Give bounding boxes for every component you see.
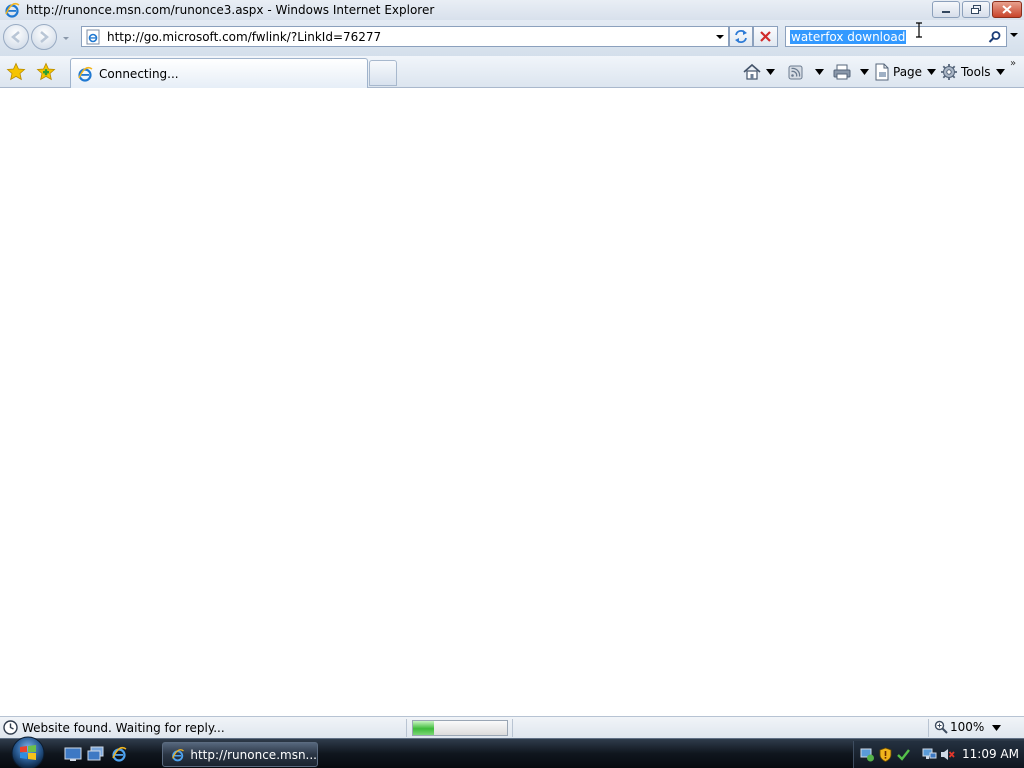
ie-logo-icon	[5, 2, 20, 18]
tools-menu[interactable]: Tools	[940, 61, 1005, 83]
rss-feed-icon	[788, 65, 803, 80]
refresh-button[interactable]	[729, 26, 753, 47]
back-button[interactable]	[3, 24, 29, 50]
close-icon	[1002, 5, 1012, 14]
printer-icon	[833, 64, 851, 80]
internet-explorer-quicklaunch-icon[interactable]	[110, 746, 128, 762]
zoom-chevron-down-icon[interactable]	[992, 725, 1001, 731]
search-box[interactable]: waterfox download	[785, 26, 1007, 47]
status-divider	[928, 719, 929, 737]
sync-center-icon[interactable]	[860, 747, 875, 762]
status-text: Website found. Waiting for reply...	[22, 721, 225, 735]
gear-icon	[941, 64, 957, 80]
page-menu-label: Page	[893, 65, 923, 79]
zoom-control[interactable]: 100%	[934, 720, 984, 734]
restore-button[interactable]	[962, 1, 990, 18]
page-load-progress-bar	[412, 720, 508, 736]
system-tray: 11:09 AM	[853, 741, 1024, 768]
network-icon[interactable]	[922, 747, 937, 762]
search-options-chevron-down-icon[interactable]	[1009, 30, 1019, 40]
address-url[interactable]: http://go.microsoft.com/fwlink/?LinkId=7…	[107, 30, 381, 44]
home-icon	[743, 63, 761, 80]
minimize-icon	[942, 10, 950, 13]
progress-fill	[413, 721, 434, 735]
text-cursor-icon	[916, 22, 922, 38]
title-bar: http://runonce.msn.com/runonce3.aspx - W…	[0, 0, 1024, 20]
home-chevron-down-icon[interactable]	[766, 69, 775, 75]
toolbar-overflow-chevron-icon[interactable]: »	[1010, 58, 1016, 69]
tab-and-command-bar: Connecting... Page Tools	[0, 56, 1024, 88]
print-button[interactable]	[832, 61, 869, 83]
taskbar-button-internet-explorer[interactable]: http://runonce.msn...	[162, 742, 318, 767]
close-window-button[interactable]	[992, 1, 1022, 18]
search-icon[interactable]	[988, 30, 1002, 44]
address-bar[interactable]: http://go.microsoft.com/fwlink/?LinkId=7…	[81, 26, 729, 47]
navigation-bar: http://go.microsoft.com/fwlink/?LinkId=7…	[0, 20, 1024, 56]
home-button[interactable]	[742, 61, 775, 83]
add-to-favorites-icon[interactable]	[36, 62, 56, 82]
tools-menu-label: Tools	[961, 65, 991, 79]
refresh-icon	[735, 30, 747, 43]
tools-chevron-down-icon	[995, 69, 1005, 75]
volume-muted-icon[interactable]	[940, 747, 955, 762]
taskbar-button-label: http://runonce.msn...	[190, 747, 317, 762]
stop-x-icon	[760, 31, 771, 42]
page-chevron-down-icon	[927, 69, 937, 75]
feeds-button[interactable]	[787, 61, 824, 83]
favorites-center-star-icon[interactable]	[6, 62, 26, 82]
start-button-windows-logo-icon[interactable]	[8, 735, 48, 768]
print-chevron-down-icon[interactable]	[860, 69, 869, 75]
updates-checkmark-icon[interactable]	[896, 747, 911, 762]
status-bar: Website found. Waiting for reply... 100%	[0, 716, 1024, 738]
security-shield-icon[interactable]	[878, 747, 893, 762]
zoom-level: 100%	[950, 720, 985, 734]
system-clock[interactable]: 11:09 AM	[962, 747, 1019, 761]
show-desktop-icon[interactable]	[64, 746, 82, 762]
status-divider	[406, 719, 407, 737]
zoom-magnifier-icon	[934, 720, 948, 734]
tab-current[interactable]: Connecting...	[70, 58, 368, 88]
search-input[interactable]: waterfox download	[790, 29, 907, 44]
back-arrow-icon	[11, 31, 20, 43]
ie-page-icon	[86, 29, 100, 44]
windows-taskbar: http://runonce.msn... 11:09 AM	[0, 735, 1024, 768]
page-icon	[875, 63, 889, 81]
minimize-button[interactable]	[932, 1, 960, 18]
restore-icon	[971, 4, 981, 14]
feeds-chevron-down-icon[interactable]	[815, 69, 824, 75]
switch-windows-icon[interactable]	[87, 746, 105, 762]
new-tab-button[interactable]	[369, 60, 397, 86]
window-controls	[930, 1, 1022, 18]
status-divider	[512, 719, 513, 737]
ie-logo-icon	[78, 66, 93, 82]
stop-button[interactable]	[753, 26, 778, 47]
window-title: http://runonce.msn.com/runonce3.aspx - W…	[26, 3, 435, 17]
page-menu[interactable]: Page	[874, 61, 937, 83]
ie-logo-icon	[172, 748, 184, 761]
forward-button[interactable]	[31, 24, 57, 50]
forward-arrow-icon	[40, 31, 49, 43]
address-chevron-down-icon[interactable]	[714, 31, 726, 43]
recent-pages-chevron-down-icon[interactable]	[61, 33, 71, 43]
loading-clock-icon	[3, 720, 18, 735]
tab-title: Connecting...	[99, 66, 179, 81]
page-content-area[interactable]	[0, 89, 1024, 716]
